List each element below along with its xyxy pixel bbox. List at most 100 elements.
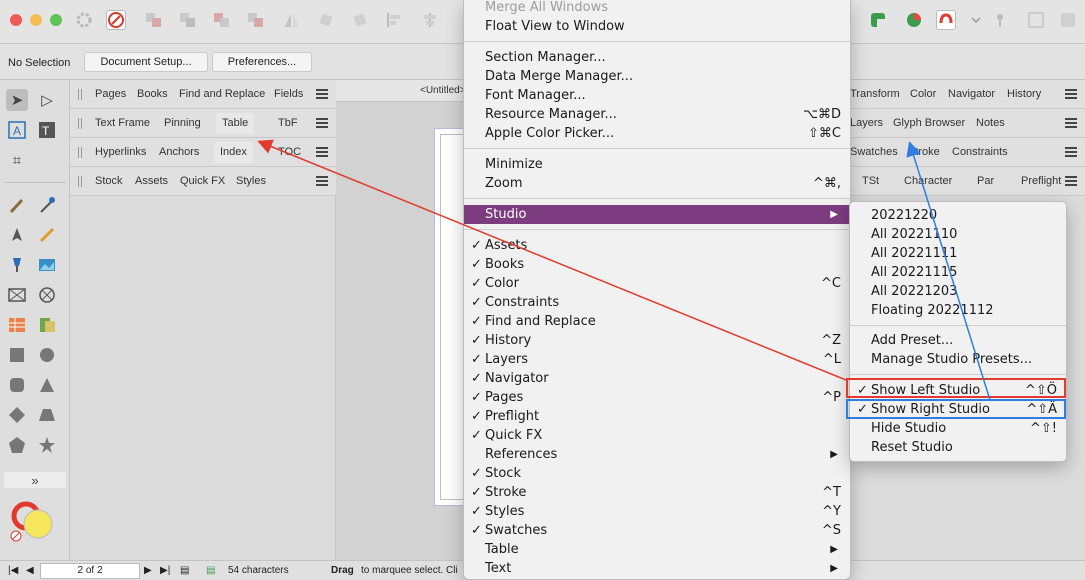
menu-item-studio-preset[interactable]: 20221220 <box>850 206 1066 225</box>
trapezoid-tool-icon[interactable] <box>36 404 58 426</box>
diamond-tool-icon[interactable] <box>6 404 28 426</box>
menu-item-manage-studio-presets[interactable]: Manage Studio Presets... <box>850 350 1066 369</box>
menu-item-panel[interactable]: ✓ Quick FX <box>464 426 850 445</box>
color-swatch-widget[interactable] <box>8 496 58 546</box>
pages-icon[interactable]: ▤ <box>180 565 189 576</box>
triangle-tool-icon[interactable] <box>36 374 58 396</box>
color-picker-tool-icon[interactable] <box>36 194 58 216</box>
menu-item-studio-preset[interactable]: All 20221111 <box>850 244 1066 263</box>
drag-grip-icon[interactable] <box>78 147 82 158</box>
arrange-back-icon[interactable] <box>144 10 164 30</box>
settings-gear-icon[interactable] <box>74 10 94 30</box>
boolean-subtract-icon[interactable] <box>868 10 888 30</box>
close-window-button[interactable] <box>10 14 22 26</box>
table-tool-icon[interactable] <box>6 314 28 336</box>
menu-item-section-manager[interactable]: Section Manager... <box>464 48 850 67</box>
crop-tool-icon[interactable]: ⌗ <box>6 149 28 171</box>
tab-text-frame[interactable]: Text Frame <box>95 117 150 129</box>
table-text-tool-icon[interactable]: T <box>36 119 58 141</box>
tab-text-styles[interactable]: TSt <box>862 175 879 187</box>
menu-item-studio-preset[interactable]: Floating 20221112 <box>850 301 1066 320</box>
pen-tool-icon[interactable] <box>6 224 28 246</box>
menu-item-studio[interactable]: Studio ▶ <box>464 205 850 224</box>
panel-menu-icon[interactable] <box>316 176 328 186</box>
previous-page-icon[interactable]: ◀ <box>26 565 34 576</box>
tab-tbf[interactable]: TbF <box>278 117 298 129</box>
boolean-intersect-icon[interactable] <box>904 10 924 30</box>
page-number-field[interactable]: 2 of 2 <box>40 563 140 579</box>
wrap-icon[interactable] <box>1058 10 1078 30</box>
tab-pinning[interactable]: Pinning <box>164 117 201 129</box>
menu-item-panel[interactable]: Table ▶ <box>464 540 850 559</box>
tab-stroke[interactable]: Stroke <box>908 146 940 158</box>
ellipse-frame-icon[interactable] <box>36 284 58 306</box>
menu-item-minimize[interactable]: Minimize <box>464 155 850 174</box>
menu-item-reset-studio[interactable]: Reset Studio <box>850 438 1066 457</box>
menu-item-studio-preset[interactable]: All 20221115 <box>850 263 1066 282</box>
menu-item-hide-studio[interactable]: Hide Studio ^⇧! <box>850 419 1066 438</box>
designer-persona-icon[interactable] <box>106 10 126 30</box>
arrange-forward-icon[interactable] <box>212 10 232 30</box>
tab-transform[interactable]: Transform <box>850 88 900 100</box>
picture-frame-icon[interactable] <box>36 254 58 276</box>
snapping-dropdown-icon[interactable] <box>970 10 990 30</box>
tab-anchors[interactable]: Anchors <box>159 146 199 158</box>
tab-navigator[interactable]: Navigator <box>948 88 995 100</box>
menu-item-panel[interactable]: ✓ Stock <box>464 464 850 483</box>
menu-item-panel[interactable]: ✓ Pages ^P <box>464 388 850 407</box>
menu-item-apple-color-picker[interactable]: Apple Color Picker... ⇧⌘C <box>464 124 850 143</box>
panel-menu-icon[interactable] <box>316 147 328 157</box>
preferences-button[interactable]: Preferences... <box>212 52 312 72</box>
align-left-icon[interactable] <box>384 10 404 30</box>
node-tool-icon[interactable]: ▷ <box>36 89 58 111</box>
tab-table[interactable]: Table <box>216 113 255 134</box>
rectangle-tool-icon[interactable] <box>6 344 28 366</box>
menu-item-panel[interactable]: ✓ Color ^C <box>464 274 850 293</box>
polygon-tool-icon[interactable] <box>6 434 28 456</box>
panel-menu-icon[interactable] <box>1065 89 1077 99</box>
tab-pages[interactable]: Pages <box>95 88 126 100</box>
tab-quick-fx[interactable]: Quick FX <box>180 175 225 187</box>
menu-item-panel[interactable]: ✓ Assets <box>464 236 850 255</box>
fill-tool-icon[interactable] <box>6 254 28 276</box>
move-tool-icon[interactable]: ➤ <box>6 89 28 111</box>
rectangle-frame-icon[interactable] <box>6 284 28 306</box>
flip-horizontal-icon[interactable] <box>282 10 302 30</box>
brush-tool-icon[interactable] <box>6 194 28 216</box>
menu-item-panel[interactable]: ✓ Layers ^L <box>464 350 850 369</box>
tab-paragraph[interactable]: Par <box>977 175 994 187</box>
menu-item-panel[interactable]: References ▶ <box>464 445 850 464</box>
menu-item-panel[interactable]: ✓ Stroke ^T <box>464 483 850 502</box>
tab-find-and-replace[interactable]: Find and Replace <box>179 88 265 100</box>
magnet-snapping-icon[interactable] <box>936 10 956 30</box>
pin-icon[interactable] <box>990 10 1010 30</box>
align-center-icon[interactable] <box>420 10 440 30</box>
menu-item-add-preset[interactable]: Add Preset... <box>850 331 1066 350</box>
tab-constraints[interactable]: Constraints <box>952 146 1008 158</box>
pencil-tool-icon[interactable] <box>36 224 58 246</box>
menu-item-zoom[interactable]: Zoom ^⌘, <box>464 174 850 193</box>
frame-text-tool-icon[interactable]: A <box>6 119 28 141</box>
rotate-icon[interactable] <box>316 10 336 30</box>
menu-item-resource-manager[interactable]: Resource Manager... ⌥⌘D <box>464 105 850 124</box>
tab-styles[interactable]: Styles <box>236 175 266 187</box>
next-page-icon[interactable]: ▶ <box>144 565 152 576</box>
tab-layers[interactable]: Layers <box>850 117 883 129</box>
menu-item-panel[interactable]: ✓ Books <box>464 255 850 274</box>
menu-item-panel[interactable]: ✓ Preflight <box>464 407 850 426</box>
tab-glyph-browser[interactable]: Glyph Browser <box>893 117 965 129</box>
tab-preflight[interactable]: Preflight <box>1021 175 1061 187</box>
menu-item-panel[interactable]: ✓ Styles ^Y <box>464 502 850 521</box>
menu-item-panel[interactable]: ✓ Navigator <box>464 369 850 388</box>
expand-tools-icon[interactable]: » <box>4 472 66 488</box>
last-page-icon[interactable]: ▶| <box>160 565 170 576</box>
tab-history[interactable]: History <box>1007 88 1041 100</box>
tab-assets[interactable]: Assets <box>135 175 168 187</box>
document-setup-button[interactable]: Document Setup... <box>84 52 208 72</box>
tab-index[interactable]: Index <box>214 142 253 163</box>
tab-color[interactable]: Color <box>910 88 936 100</box>
place-image-icon[interactable] <box>36 314 58 336</box>
rounded-rectangle-icon[interactable] <box>6 374 28 396</box>
menu-item-panel[interactable]: ✓ Swatches ^S <box>464 521 850 540</box>
menu-item-studio-preset[interactable]: All 20221110 <box>850 225 1066 244</box>
